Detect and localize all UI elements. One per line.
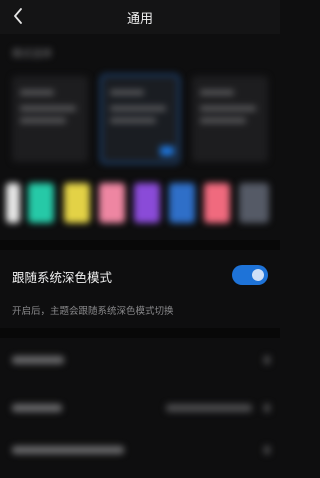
color-swatch[interactable] (134, 183, 160, 223)
section-divider (0, 240, 280, 250)
section-divider (0, 328, 280, 338)
toggle-knob (252, 269, 264, 281)
color-swatch[interactable] (99, 183, 125, 223)
chevron-right-icon (264, 356, 270, 364)
settings-row[interactable] (0, 430, 280, 474)
settings-row[interactable] (0, 340, 280, 384)
follow-system-description: 开启后，主题会跟随系统深色模式切换 (12, 306, 174, 317)
color-swatch[interactable] (6, 183, 20, 223)
follow-system-label: 跟随系统深色模式 (12, 270, 113, 285)
follow-system-row: 跟随系统深色模式 (0, 257, 280, 293)
top-bar: 通用 (0, 0, 280, 34)
color-swatch[interactable] (204, 183, 230, 223)
settings-row[interactable] (0, 388, 280, 432)
color-swatch[interactable] (169, 183, 195, 223)
mode-section-label: 模式选择 (12, 49, 52, 60)
selected-check-icon (160, 146, 174, 156)
color-swatch[interactable] (239, 183, 269, 223)
chevron-right-icon (264, 446, 270, 454)
mode-card-light[interactable] (12, 76, 88, 162)
mode-card-auto[interactable] (192, 76, 268, 162)
follow-system-toggle[interactable] (232, 265, 268, 285)
page-title: 通用 (126, 12, 153, 27)
color-swatch[interactable] (28, 183, 54, 223)
color-swatch[interactable] (64, 183, 90, 223)
chevron-right-icon (264, 404, 270, 412)
mode-card-dark[interactable] (100, 74, 180, 164)
